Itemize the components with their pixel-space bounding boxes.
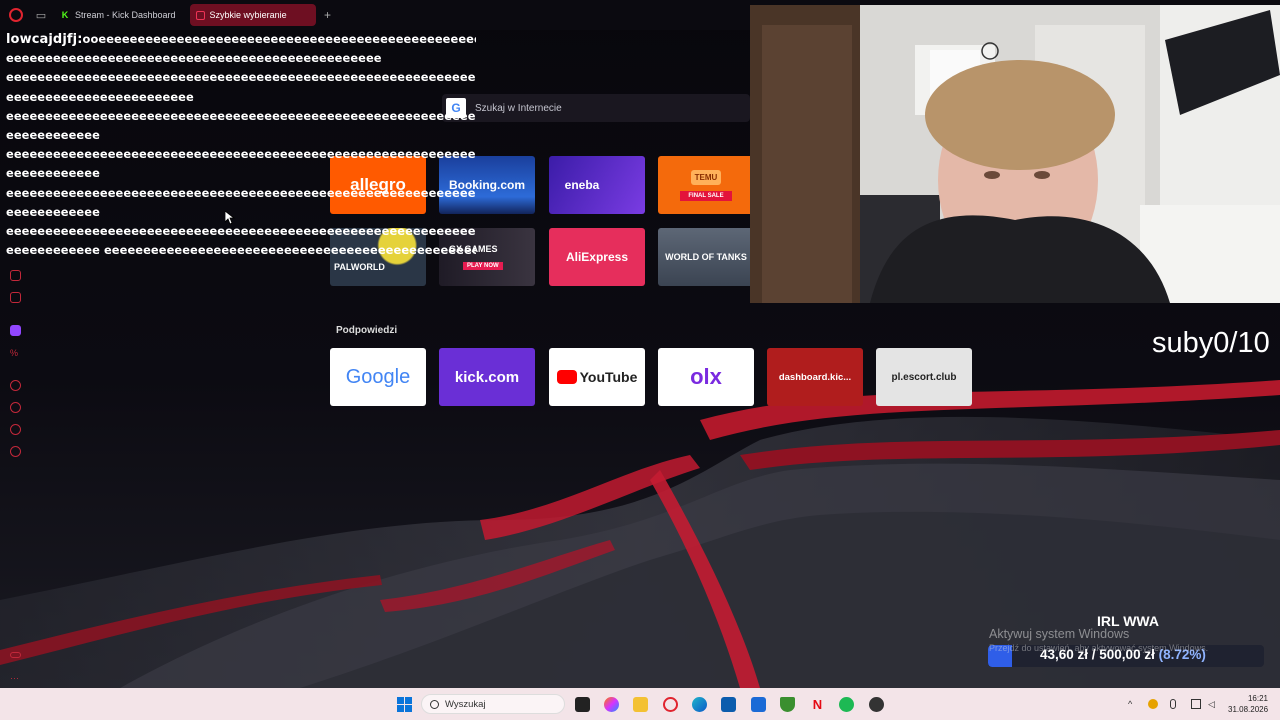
tab-kick-dashboard[interactable]: K Stream - Kick Dashboard xyxy=(54,4,186,26)
clock-time: 16:21 xyxy=(1247,694,1268,703)
kick-favicon-icon: K xyxy=(60,10,70,20)
file-explorer-icon[interactable] xyxy=(633,697,648,712)
chat-line: eeeeeeeeeeee xyxy=(6,204,100,219)
sidebar-pinboard-icon[interactable] xyxy=(10,424,21,435)
tab-label: Stream - Kick Dashboard xyxy=(75,10,176,20)
speed-dial-eneba[interactable]: eneba xyxy=(549,156,645,214)
web-search-box[interactable]: G Szukaj w Internecie xyxy=(442,94,750,122)
chat-line: eeeeeeeeeeee xyxy=(6,166,100,181)
edge-icon[interactable] xyxy=(692,697,707,712)
chat-line: eeeeeeeeeeeeeeeeeeeeeeeeeeeeeeeeeeeeeeee… xyxy=(6,185,476,200)
speed-dial-aliexpress[interactable]: AliExpress xyxy=(549,228,645,286)
dial-sublabel: PLAY NOW xyxy=(463,262,503,270)
chat-line: eeeeeeeeeeee xyxy=(6,128,100,143)
mouse-cursor-icon xyxy=(225,211,235,225)
volume-icon[interactable]: ◁ xyxy=(1208,699,1218,709)
dial-label: eneba xyxy=(564,178,600,192)
copilot-icon[interactable] xyxy=(604,697,619,712)
tray-chevron-up-icon[interactable]: ^ xyxy=(1128,699,1138,709)
hints-heading: Podpowiedzi xyxy=(336,325,398,336)
tray-app-icon[interactable] xyxy=(1148,699,1158,709)
hint-kick[interactable]: kick.com xyxy=(439,348,535,406)
network-icon[interactable] xyxy=(1191,699,1201,709)
speed-dial-temu[interactable]: TEMU FINAL SALE xyxy=(658,156,754,214)
security-shield-icon[interactable] xyxy=(780,697,795,712)
chat-line: eeeeeeeeeeeeeeeeeeeeeeeeeeeeeeeeeeeeeeee… xyxy=(6,51,382,66)
sidebar-percent-icon[interactable]: % xyxy=(10,348,21,359)
chat-line: eeeeeeeeeeeeeeeeeeeeeeee xyxy=(6,89,194,104)
dial-label: WORLD OF TANKS xyxy=(665,252,747,262)
sidebar-settings-icon[interactable] xyxy=(10,446,21,457)
tab-label: Szybkie wybieranie xyxy=(209,10,287,20)
speed-dial-favicon-icon xyxy=(195,10,205,20)
outlook-icon[interactable] xyxy=(751,697,766,712)
dial-label: Google xyxy=(345,365,411,388)
store-icon[interactable] xyxy=(721,697,736,712)
clock-date: 31.08.2026 xyxy=(1228,705,1269,714)
sidebar-extensions-icon[interactable] xyxy=(10,652,21,658)
sidebar-twitch-icon[interactable] xyxy=(10,325,21,336)
hint-google[interactable]: Google xyxy=(330,348,426,406)
obs-icon[interactable] xyxy=(869,697,884,712)
chat-line: eeeeeeeeeeee eeeeeeeeeeeeeeeeeeeeeeeeeee… xyxy=(6,243,476,258)
taskbar-search-placeholder: Wyszukaj xyxy=(445,698,486,710)
spotify-icon[interactable] xyxy=(839,697,854,712)
sidebar-chat-icon[interactable] xyxy=(10,292,21,303)
dial-label: TEMU xyxy=(690,169,722,185)
webcam-feed xyxy=(750,5,1280,303)
search-icon xyxy=(430,699,439,709)
chat-line: eeeeeeeeeeeeeeeeeeeeeeeeeeeeeeeeeeeeeeee… xyxy=(6,224,476,239)
chat-line: eeeeeeeeeeeeeeeeeeeeeeeeeeeeeeeeeeeeeeee… xyxy=(6,147,476,162)
dial-sublabel: FINAL SALE xyxy=(680,190,732,201)
dial-label: olx xyxy=(690,364,722,389)
windows-activation-title: Aktywuj system Windows xyxy=(989,627,1130,641)
sidebar-messenger-icon[interactable] xyxy=(10,270,21,281)
chat-message: lowcajdjfj:ooeeeeeeeeeeeeeeeeeeeeeeeeeee… xyxy=(6,30,476,49)
youtube-play-icon xyxy=(556,370,577,384)
windows-activation-subtitle: Przejdź do ustawień, aby aktywować syste… xyxy=(989,643,1209,653)
opera-menu-icon[interactable] xyxy=(0,0,32,30)
hint-olx[interactable]: olx xyxy=(658,348,754,406)
task-view-icon[interactable] xyxy=(575,697,590,712)
microphone-icon[interactable] xyxy=(1170,699,1176,709)
taskbar-clock[interactable]: 16:21 31.08.2026 xyxy=(1228,693,1268,715)
dial-label: YouTube xyxy=(579,369,638,385)
sidebar-history-icon[interactable] xyxy=(10,402,21,413)
hint-youtube[interactable]: YouTube xyxy=(549,348,645,406)
sidebar-more-icon[interactable]: ··· xyxy=(10,673,19,683)
tab-speed-dial[interactable]: Szybkie wybieranie xyxy=(189,4,316,26)
speed-dial-world-of-tanks[interactable]: WORLD OF TANKS xyxy=(658,228,754,286)
hint-dashboard-kick[interactable]: dashboard.kic... xyxy=(767,348,863,406)
dial-label: pl.escort.club xyxy=(891,371,957,383)
tab-switcher-icon[interactable]: ▭ xyxy=(32,0,50,30)
hint-escort-club[interactable]: pl.escort.club xyxy=(876,348,972,406)
dial-label: PALWORLD xyxy=(334,262,385,272)
chat-text: ooeeeeeeeeeeeeeeeeeeeeeeeeeeeeeeeeeeeeee… xyxy=(82,32,476,46)
netflix-icon[interactable]: N xyxy=(810,697,825,712)
subs-counter: suby0/10 xyxy=(1152,327,1270,359)
stream-chat-overlay: lowcajdjfj:ooeeeeeeeeeeeeeeeeeeeeeeeeeee… xyxy=(6,30,476,260)
new-tab-plus-icon[interactable]: + xyxy=(320,8,336,22)
dial-label: dashboard.kic... xyxy=(778,371,852,383)
sidebar-player-icon[interactable] xyxy=(10,380,21,391)
dial-label: AliExpress xyxy=(565,250,629,264)
taskbar-search-box[interactable]: Wyszukaj xyxy=(421,694,565,714)
search-placeholder: Szukaj w Internecie xyxy=(475,102,562,114)
chat-username: lowcajdjfj: xyxy=(6,32,83,47)
opera-taskbar-icon[interactable] xyxy=(663,697,678,712)
chat-line: eeeeeeeeeeeeeeeeeeeeeeeeeeeeeeeeeeeeeeee… xyxy=(6,108,476,123)
dial-label: kick.com xyxy=(454,368,520,386)
windows-start-icon[interactable] xyxy=(397,697,412,712)
chat-line: eeeeeeeeeeeeeeeeeeeeeeeeeeeeeeeeeeeeeeee… xyxy=(6,70,476,85)
